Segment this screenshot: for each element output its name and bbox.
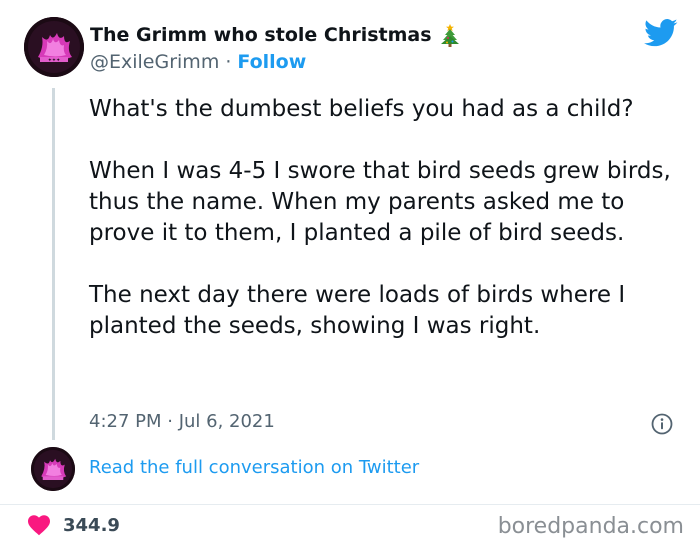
follow-button[interactable]: Follow [237, 51, 306, 73]
christmas-tree-icon [440, 24, 459, 47]
twitter-bird-icon[interactable] [644, 18, 678, 48]
conversation-avatar[interactable] [31, 447, 75, 491]
thread-connector-line [52, 88, 55, 440]
boredpanda-watermark: boredpanda.com [497, 514, 684, 539]
tweet-paragraph: When I was 4-5 I swore that bird seeds g… [89, 158, 671, 246]
author-handle-row: @ExileGrimm · Follow [90, 50, 306, 74]
tweet-body: What's the dumbest beliefs you had as a … [89, 94, 681, 342]
read-full-conversation-link[interactable]: Read the full conversation on Twitter [89, 457, 419, 478]
tweet-paragraph: The next day there were loads of birds w… [89, 282, 626, 339]
footer-divider [0, 504, 700, 505]
tweet-timestamp[interactable]: 4:27 PM · Jul 6, 2021 [89, 411, 275, 432]
svg-text:✦✦✦: ✦✦✦ [48, 58, 61, 64]
info-icon[interactable] [651, 413, 673, 435]
author-display-name[interactable]: The Grimm who stole Christmas [90, 24, 432, 46]
tweet-paragraph: What's the dumbest beliefs you had as a … [89, 96, 634, 122]
author-handle[interactable]: @ExileGrimm [90, 51, 219, 73]
heart-icon[interactable] [27, 514, 51, 536]
separator-dot: · [225, 51, 232, 73]
like-count[interactable]: 344.9 [63, 515, 120, 536]
author-avatar[interactable]: ✦✦✦ [24, 17, 84, 77]
author-name-row[interactable]: The Grimm who stole Christmas [90, 22, 460, 48]
